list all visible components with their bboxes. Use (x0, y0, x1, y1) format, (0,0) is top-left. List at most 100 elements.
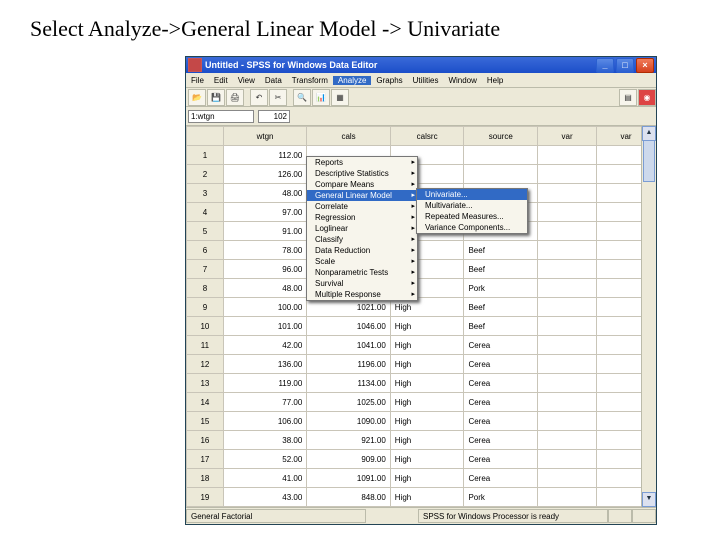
cell[interactable]: Cerea (464, 412, 538, 431)
menu-item-multiple-response[interactable]: Multiple Response▸ (307, 289, 417, 300)
value-labels-icon[interactable]: ▤ (619, 89, 637, 106)
menu-analyze[interactable]: Analyze (333, 76, 371, 85)
analyze-dropdown[interactable]: Reports▸Descriptive Statistics▸Compare M… (306, 156, 418, 301)
table-row[interactable]: 848.00848.00HighPork (187, 279, 656, 298)
cell[interactable] (538, 450, 597, 469)
table-row[interactable]: 10101.001046.00HighBeef (187, 317, 656, 336)
cell[interactable] (464, 165, 538, 184)
vars-icon[interactable]: ▦ (331, 89, 349, 106)
col-header[interactable]: cals (307, 127, 390, 146)
cell[interactable] (538, 469, 597, 488)
cell[interactable]: High (390, 450, 464, 469)
print-icon[interactable]: 🖨 (226, 89, 244, 106)
cell[interactable]: Cerea (464, 355, 538, 374)
table-row[interactable]: 1638.00921.00HighCerea (187, 431, 656, 450)
cell[interactable]: 921.00 (307, 431, 390, 450)
cell[interactable]: 1134.00 (307, 374, 390, 393)
menu-item-regression[interactable]: Regression▸ (307, 212, 417, 223)
vertical-scrollbar[interactable]: ▲ ▼ (641, 126, 656, 507)
cell[interactable]: 1196.00 (307, 355, 390, 374)
col-header[interactable]: wtgn (223, 127, 306, 146)
cell[interactable]: 136.00 (223, 355, 306, 374)
cell[interactable] (538, 165, 597, 184)
row-number[interactable]: 15 (187, 412, 224, 431)
menu-item-survival[interactable]: Survival▸ (307, 278, 417, 289)
cell[interactable] (538, 222, 597, 241)
cell[interactable] (464, 146, 538, 165)
cell[interactable]: 48.00 (223, 279, 306, 298)
cell[interactable]: 1091.00 (307, 469, 390, 488)
menu-item-correlate[interactable]: Correlate▸ (307, 201, 417, 212)
cell[interactable] (538, 431, 597, 450)
cell[interactable]: High (390, 393, 464, 412)
cell[interactable]: Cerea (464, 393, 538, 412)
menu-view[interactable]: View (233, 76, 260, 85)
submenu-item-repeated-measures-[interactable]: Repeated Measures... (417, 211, 527, 222)
cell[interactable] (538, 184, 597, 203)
cell[interactable]: 52.00 (223, 450, 306, 469)
cell[interactable]: 101.00 (223, 317, 306, 336)
cell[interactable] (538, 488, 597, 507)
table-row[interactable]: 1841.001091.00HighCerea (187, 469, 656, 488)
cell[interactable] (538, 336, 597, 355)
cell[interactable] (538, 279, 597, 298)
table-row[interactable]: 2126.00 (187, 165, 656, 184)
cell[interactable]: 848.00 (307, 488, 390, 507)
table-row[interactable]: 12136.001196.00HighCerea (187, 355, 656, 374)
row-number[interactable]: 8 (187, 279, 224, 298)
cell[interactable]: 77.00 (223, 393, 306, 412)
cell[interactable]: High (390, 412, 464, 431)
cell[interactable]: 96.00 (223, 260, 306, 279)
row-number[interactable]: 19 (187, 488, 224, 507)
cut-icon[interactable]: ✂ (269, 89, 287, 106)
cell[interactable]: High (390, 336, 464, 355)
menu-item-nonparametric-tests[interactable]: Nonparametric Tests▸ (307, 267, 417, 278)
cell[interactable]: 42.00 (223, 336, 306, 355)
sets-icon[interactable]: ◉ (638, 89, 656, 106)
cell[interactable]: 1025.00 (307, 393, 390, 412)
menu-item-loglinear[interactable]: Loglinear▸ (307, 223, 417, 234)
cell[interactable]: Pork (464, 488, 538, 507)
cell[interactable]: 48.00 (223, 184, 306, 203)
menu-file[interactable]: File (186, 76, 209, 85)
row-number[interactable]: 10 (187, 317, 224, 336)
menu-item-scale[interactable]: Scale▸ (307, 256, 417, 267)
row-number[interactable]: 14 (187, 393, 224, 412)
submenu-item-multivariate-[interactable]: Multivariate... (417, 200, 527, 211)
find-icon[interactable]: 🔍 (293, 89, 311, 106)
menu-edit[interactable]: Edit (209, 76, 233, 85)
cell[interactable] (538, 260, 597, 279)
menu-window[interactable]: Window (443, 76, 481, 85)
cell[interactable]: 126.00 (223, 165, 306, 184)
cell[interactable] (538, 355, 597, 374)
cell[interactable]: High (390, 317, 464, 336)
menu-transform[interactable]: Transform (287, 76, 333, 85)
cell[interactable]: Cerea (464, 450, 538, 469)
cell[interactable] (538, 374, 597, 393)
cell[interactable]: Beef (464, 260, 538, 279)
glm-submenu[interactable]: Univariate...Multivariate...Repeated Mea… (416, 188, 528, 234)
col-header[interactable] (187, 127, 224, 146)
table-row[interactable]: 13119.001134.00HighCerea (187, 374, 656, 393)
cell[interactable] (538, 412, 597, 431)
menu-item-classify[interactable]: Classify▸ (307, 234, 417, 245)
table-row[interactable]: 15106.001090.00HighCerea (187, 412, 656, 431)
menu-item-descriptive-statistics[interactable]: Descriptive Statistics▸ (307, 168, 417, 179)
col-header[interactable]: source (464, 127, 538, 146)
cell[interactable]: 1046.00 (307, 317, 390, 336)
cell[interactable]: Cerea (464, 469, 538, 488)
cell[interactable] (538, 241, 597, 260)
menu-graphs[interactable]: Graphs (371, 76, 407, 85)
chart-icon[interactable]: 📊 (312, 89, 330, 106)
table-row[interactable]: 678.00917.00HighBeef (187, 241, 656, 260)
row-number[interactable]: 1 (187, 146, 224, 165)
row-number[interactable]: 9 (187, 298, 224, 317)
col-header[interactable]: var (538, 127, 597, 146)
table-row[interactable]: 1752.00909.00HighCerea (187, 450, 656, 469)
menu-item-compare-means[interactable]: Compare Means▸ (307, 179, 417, 190)
cell[interactable] (538, 393, 597, 412)
cell[interactable]: Cerea (464, 336, 538, 355)
cell[interactable]: 1090.00 (307, 412, 390, 431)
cell[interactable]: 91.00 (223, 222, 306, 241)
title-bar[interactable]: Untitled - SPSS for Windows Data Editor … (186, 57, 656, 73)
